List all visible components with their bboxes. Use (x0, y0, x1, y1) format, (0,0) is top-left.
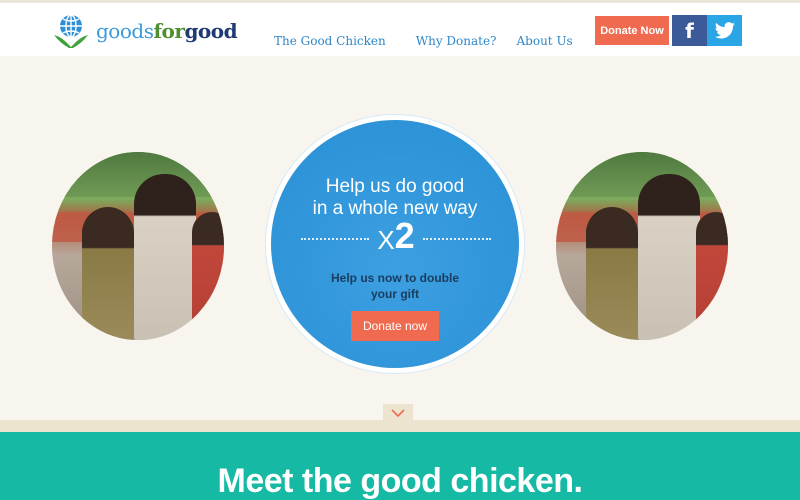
good-chicken-section: Meet the good chicken. (0, 420, 800, 500)
chevron-down-icon (391, 408, 405, 417)
donate-now-button[interactable]: Donate Now (595, 16, 669, 45)
dotted-divider-right (422, 238, 491, 240)
multiplier-number: 2 (394, 215, 415, 256)
section-title: Meet the good chicken. (217, 462, 583, 500)
dotted-divider-left (301, 238, 370, 240)
hero-subtitle-line2: your gift (371, 287, 419, 301)
multiplier-x: X (377, 225, 395, 255)
hero-donate-circle: Help us do good in a whole new way X 2 H… (266, 115, 524, 373)
hero-subtitle: Help us now to double your gift (271, 270, 519, 302)
logo-text-good: good (184, 19, 238, 43)
children-photo-right (556, 152, 728, 340)
globe-in-hands-icon (52, 13, 90, 49)
nav-link-about-us[interactable]: About Us (517, 34, 573, 48)
nav-link-good-chicken[interactable]: The Good Chicken (274, 34, 386, 48)
hero-donate-button[interactable]: Donate now (351, 311, 439, 341)
main-nav: The Good Chicken Why Donate? About Us (274, 34, 573, 48)
logo-text-for: for (153, 19, 185, 43)
logo-wordmark: goodsforgood (96, 19, 238, 43)
children-photo-left (52, 152, 224, 340)
multiplier-row: X 2 (301, 218, 491, 254)
facebook-icon[interactable]: f (672, 15, 707, 46)
logo[interactable]: goodsforgood (52, 13, 238, 49)
hero-title: Help us do good in a whole new way (271, 176, 519, 220)
double-multiplier: X 2 (377, 215, 415, 256)
twitter-icon[interactable] (707, 15, 742, 46)
hero-title-line1: Help us do good (325, 176, 465, 197)
site-header: goodsforgood The Good Chicken Why Donate… (0, 0, 800, 56)
hero-subtitle-line1: Help us now to double (331, 271, 459, 285)
nav-link-why-donate[interactable]: Why Donate? (416, 34, 497, 48)
logo-text-goods: goods (96, 19, 154, 43)
